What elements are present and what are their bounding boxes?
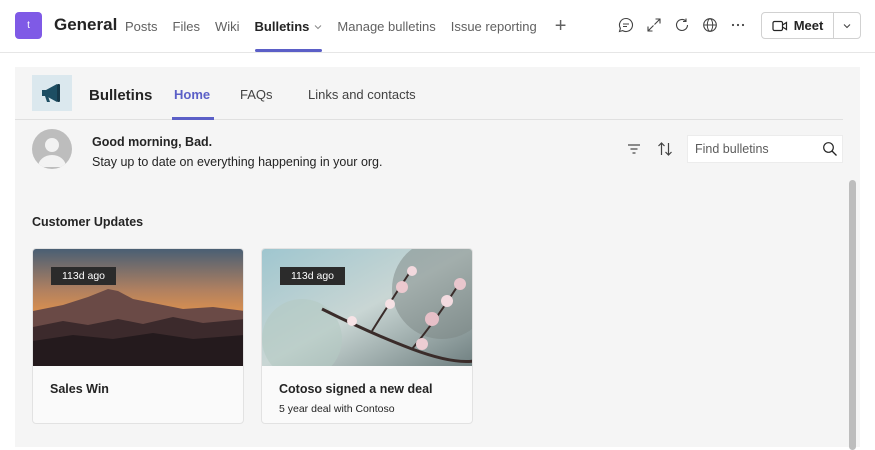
more-icon[interactable]	[728, 15, 748, 35]
card-title: Cotoso signed a new deal	[279, 382, 433, 396]
tab-issue-reporting[interactable]: Issue reporting	[451, 0, 537, 53]
tab-links-and-contacts[interactable]: Links and contacts	[308, 87, 416, 102]
channel-header: t General Posts Files Wiki Bulletins Man…	[0, 0, 875, 53]
age-badge: 113d ago	[51, 267, 117, 285]
scroll-thumb[interactable]	[849, 180, 856, 450]
meet-label: Meet	[793, 18, 824, 33]
section-title: Customer Updates	[32, 215, 144, 229]
tab-wiki[interactable]: Wiki	[215, 0, 240, 53]
globe-icon[interactable]	[700, 15, 720, 35]
chat-icon[interactable]	[616, 15, 636, 35]
tab-label: Manage bulletins	[337, 19, 436, 34]
channel-tabs: Posts Files Wiki Bulletins Manage bullet…	[125, 0, 566, 53]
meet-main-button[interactable]: Meet	[762, 13, 834, 38]
tab-label: Posts	[125, 19, 158, 34]
megaphone-icon	[32, 75, 72, 111]
channel-name: General	[54, 15, 118, 34]
avatar	[32, 129, 72, 169]
search-input[interactable]	[695, 142, 819, 156]
tab-manage-bulletins[interactable]: Manage bulletins	[337, 0, 435, 53]
tab-label: Files	[172, 19, 200, 34]
expand-icon[interactable]	[644, 15, 664, 35]
search-box[interactable]	[687, 135, 843, 163]
filter-icon[interactable]	[625, 140, 643, 158]
bulletin-card[interactable]: 113d ago Cotoso signed a new deal 5 year…	[261, 248, 473, 424]
sort-icon[interactable]	[656, 140, 674, 158]
card-subtitle: 5 year deal with Contoso	[279, 403, 395, 415]
tab-files[interactable]: Files	[173, 0, 200, 53]
greeting-title: Good morning, Bad.	[92, 135, 213, 149]
active-tab-indicator	[172, 117, 214, 120]
scrollbar[interactable]	[847, 180, 858, 450]
app-title: Bulletins	[89, 87, 153, 104]
greeting-subtitle: Stay up to date on everything happening …	[92, 155, 383, 169]
search-icon[interactable]	[822, 141, 838, 157]
video-camera-icon	[772, 20, 787, 31]
tab-faqs[interactable]: FAQs	[240, 87, 273, 102]
age-badge: 113d ago	[280, 267, 346, 285]
tab-label: Bulletins	[254, 19, 310, 34]
tab-bulletins[interactable]: Bulletins	[254, 0, 323, 53]
card-title: Sales Win	[50, 382, 109, 396]
chevron-down-icon	[843, 23, 851, 28]
app-header: Bulletins Home FAQs Links and contacts	[15, 67, 843, 120]
tab-label: Wiki	[214, 19, 240, 34]
refresh-icon[interactable]	[672, 15, 692, 35]
bulletin-card[interactable]: 113d ago Sales Win	[32, 248, 244, 424]
tab-label: Issue reporting	[450, 19, 537, 34]
tab-posts[interactable]: Posts	[125, 0, 158, 53]
meet-button[interactable]: Meet	[761, 12, 861, 39]
meet-options-button[interactable]	[834, 21, 860, 31]
bulletins-app: Bulletins Home FAQs Links and contacts G…	[15, 67, 860, 450]
tab-home[interactable]: Home	[174, 87, 210, 102]
chevron-down-icon[interactable]	[314, 23, 322, 31]
add-tab-button[interactable]: +	[555, 15, 567, 38]
team-avatar[interactable]: t	[15, 12, 42, 39]
